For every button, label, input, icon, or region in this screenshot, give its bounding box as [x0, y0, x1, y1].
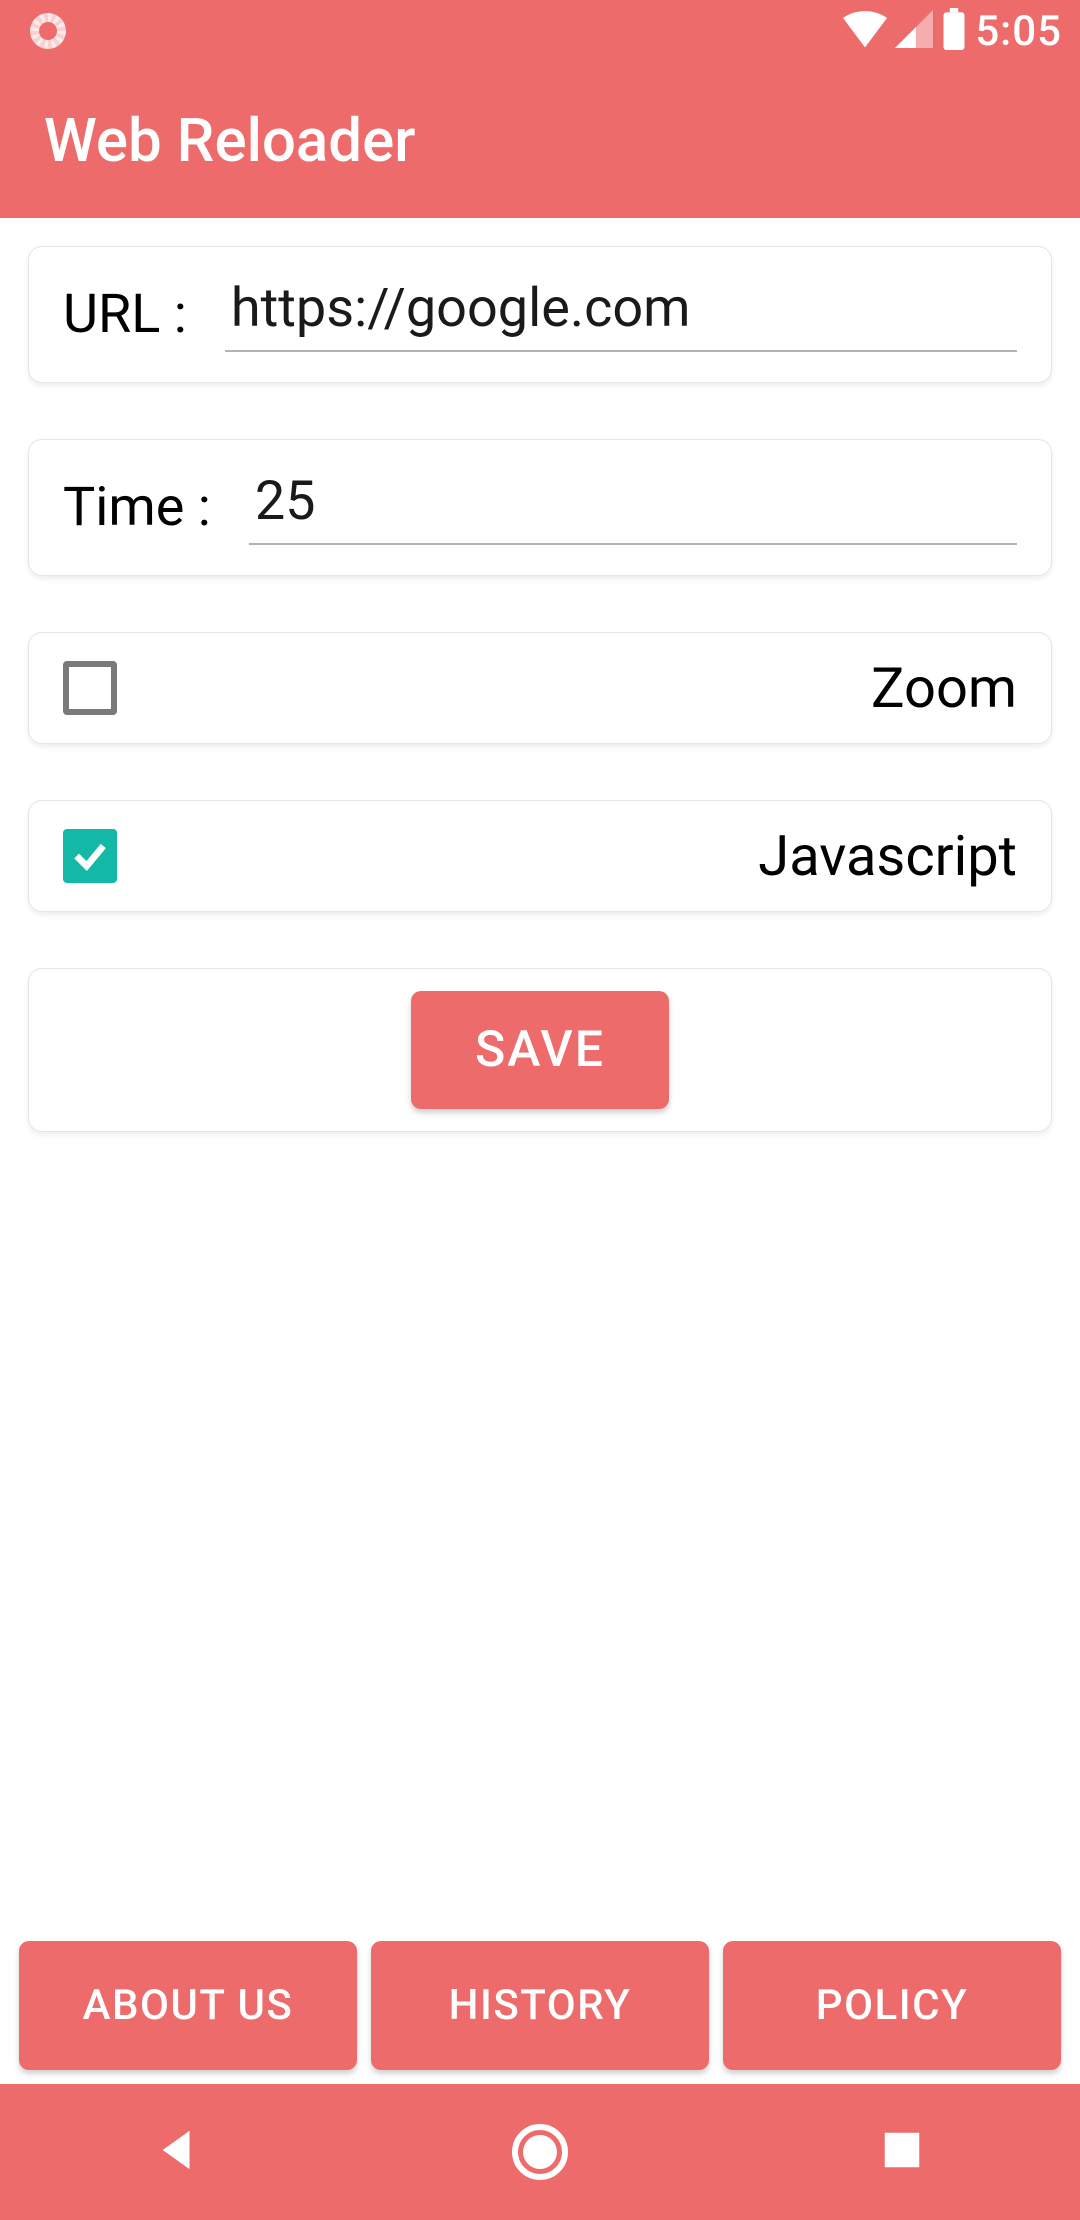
save-card: SAVE — [28, 968, 1052, 1132]
main-content: URL : Time : Zoom Javascript SAVE — [0, 218, 1080, 1132]
zoom-card[interactable]: Zoom — [28, 632, 1052, 744]
time-input[interactable] — [249, 470, 1017, 545]
url-input[interactable] — [225, 277, 1017, 352]
save-button[interactable]: SAVE — [411, 991, 669, 1109]
zoom-checkbox[interactable] — [63, 661, 117, 715]
app-title: Web Reloader — [44, 105, 415, 176]
javascript-checkbox[interactable] — [63, 829, 117, 883]
policy-button[interactable]: POLICY — [723, 1941, 1061, 2070]
system-nav-bar — [0, 2084, 1080, 2220]
url-label: URL : — [63, 283, 187, 346]
zoom-label: Zoom — [871, 655, 1017, 721]
cellular-icon — [895, 10, 933, 52]
about-us-button[interactable]: ABOUT US — [19, 1941, 357, 2070]
nav-recent-icon[interactable] — [879, 2127, 925, 2177]
status-bar: 5:05 — [0, 0, 1080, 62]
nav-back-icon[interactable] — [155, 2127, 201, 2177]
app-bar: Web Reloader — [0, 62, 1080, 218]
time-card: Time : — [28, 439, 1052, 576]
status-clock: 5:05 — [975, 7, 1062, 56]
history-button[interactable]: HISTORY — [371, 1941, 709, 2070]
battery-icon — [941, 8, 967, 54]
footer-buttons: ABOUT US HISTORY POLICY — [19, 1941, 1061, 2070]
url-card: URL : — [28, 246, 1052, 383]
loading-icon — [30, 13, 66, 49]
time-label: Time : — [63, 476, 211, 539]
nav-home-icon[interactable] — [512, 2124, 568, 2180]
wifi-icon — [843, 10, 887, 52]
javascript-card[interactable]: Javascript — [28, 800, 1052, 912]
javascript-label: Javascript — [758, 823, 1017, 889]
